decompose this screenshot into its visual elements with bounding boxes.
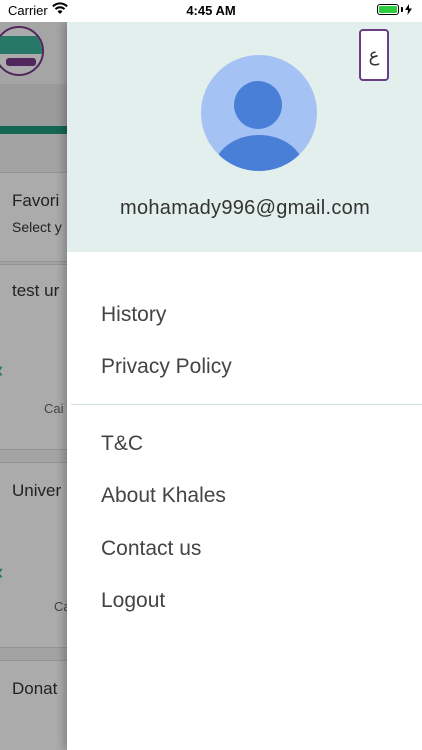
menu-item-terms[interactable]: T&C (101, 432, 143, 456)
battery-icon (377, 4, 412, 15)
menu-item-about[interactable]: About Khales (101, 484, 226, 508)
menu-item-logout[interactable]: Logout (101, 589, 165, 613)
charging-bolt-icon (405, 4, 412, 15)
menu-item-privacy-policy[interactable]: Privacy Policy (101, 355, 232, 379)
side-drawer: ع mohamady996@gmail.com History Privacy … (67, 22, 422, 750)
user-email: mohamady996@gmail.com (120, 197, 371, 219)
menu-item-contact[interactable]: Contact us (101, 537, 201, 561)
language-toggle-button[interactable]: ع (359, 29, 389, 81)
menu-item-history[interactable]: History (101, 303, 166, 327)
avatar-body (214, 135, 304, 171)
avatar[interactable] (201, 55, 317, 171)
status-time: 4:45 AM (186, 3, 236, 18)
avatar-head (234, 81, 282, 129)
status-bar: Carrier 4:45 AM (0, 0, 422, 22)
drawer-header: ع mohamady996@gmail.com (67, 22, 422, 252)
menu-divider (71, 404, 422, 405)
